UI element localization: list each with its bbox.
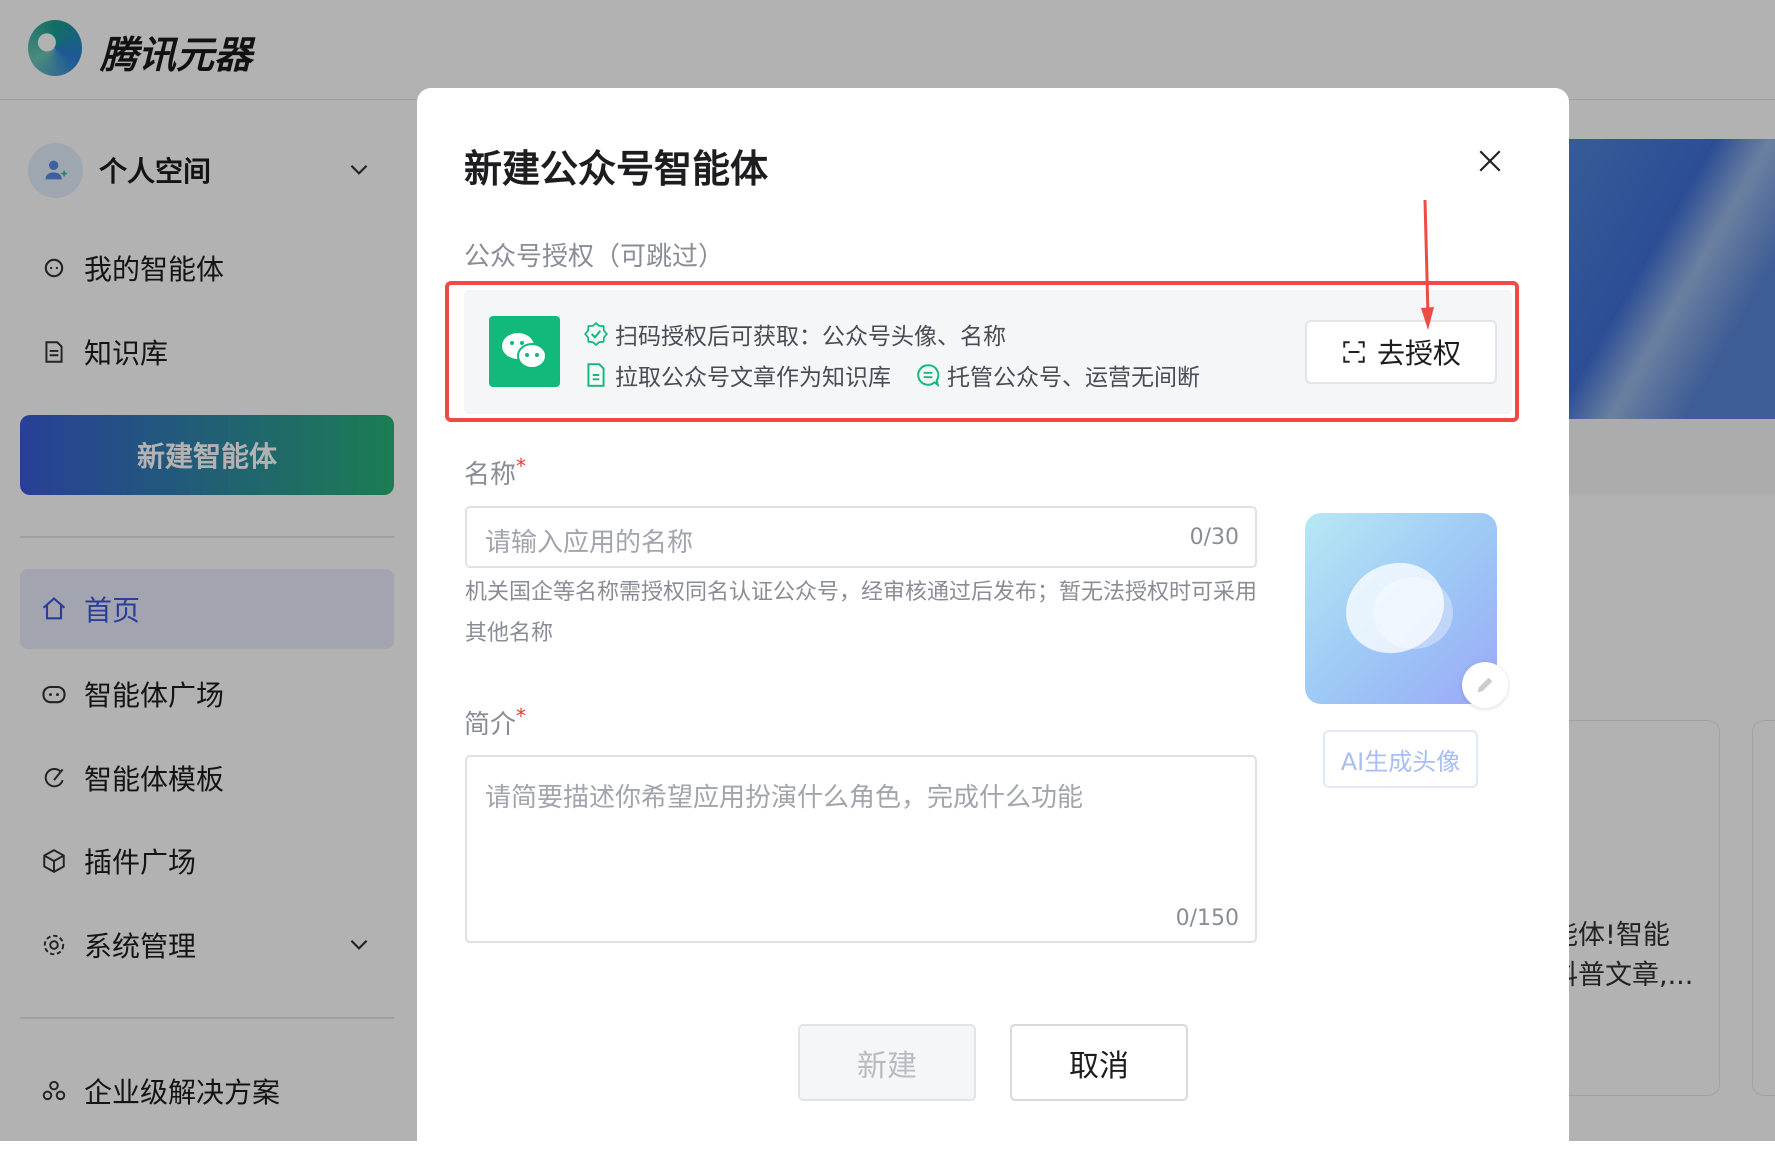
edit-avatar-button[interactable] [1462, 662, 1508, 708]
name-char-count: 0/30 [1189, 525, 1239, 550]
document-icon [587, 363, 605, 387]
pencil-icon [1477, 677, 1493, 693]
cancel-button[interactable]: 取消 [1010, 1024, 1188, 1101]
name-placeholder: 请输入应用的名称 [485, 528, 694, 558]
close-icon[interactable] [1477, 148, 1503, 174]
new-official-account-agent-dialog: 新建公众号智能体 公众号授权（可跳过） 扫码授权后可获取：公众号头像、名称 拉取… [417, 88, 1569, 1168]
feature-item: 拉取公众号文章作为知识库 托管公众号、运营无间断 [583, 358, 1200, 392]
chat-icon [917, 364, 940, 388]
intro-placeholder: 请简要描述你希望应用扮演什么角色，完成什么功能 [485, 783, 1084, 813]
intro-label: 简介* [464, 704, 527, 740]
wechat-icon [489, 316, 560, 387]
intro-char-count: 0/150 [1175, 906, 1239, 931]
name-hint: 机关国企等名称需授权同名认证公众号，经审核通过后发布；暂无法授权时可采用其他名称 [465, 580, 1258, 646]
name-input[interactable]: 请输入应用的名称 0/30 [465, 506, 1257, 568]
authorize-button[interactable]: 去授权 [1305, 320, 1497, 384]
verified-badge-icon [584, 322, 608, 346]
annotation-arrow-icon [1421, 200, 1434, 330]
scan-icon [1343, 341, 1365, 363]
feature-item: 扫码授权后可获取：公众号头像、名称 [583, 317, 1006, 351]
auth-section-label: 公众号授权（可跳过） [464, 242, 725, 272]
create-button[interactable]: 新建 [798, 1024, 976, 1101]
ai-generate-avatar-button[interactable]: AI生成头像 [1323, 730, 1478, 788]
intro-textarea[interactable]: 请简要描述你希望应用扮演什么角色，完成什么功能 0/150 [465, 755, 1257, 943]
dialog-title: 新建公众号智能体 [464, 147, 769, 191]
name-label: 名称* [464, 454, 527, 490]
